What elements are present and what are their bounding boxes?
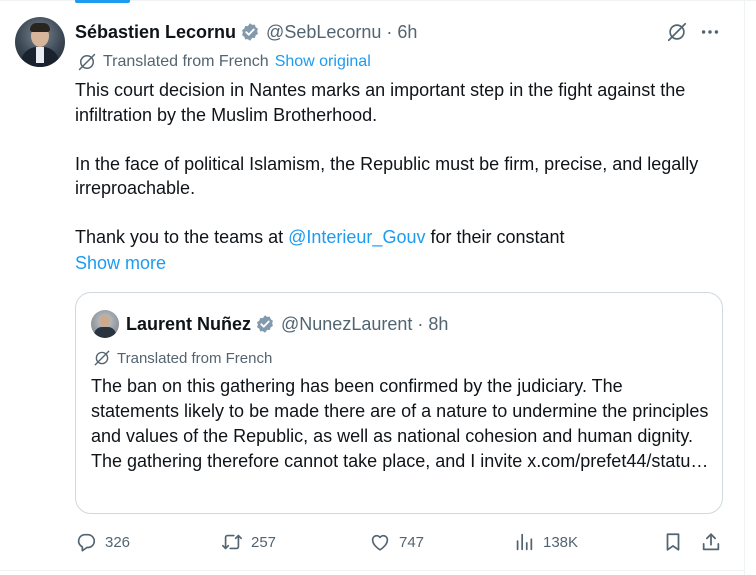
like-count: 747 [399, 533, 425, 551]
quote-time[interactable]: 8h [428, 314, 448, 335]
action-bar: 326 257 747 138K [0, 530, 756, 554]
post-bottom-divider [0, 570, 745, 571]
post-paragraph: This court decision in Nantes marks an i… [75, 80, 686, 125]
translation-note: Translated from French [103, 53, 269, 70]
views-count: 138K [543, 533, 579, 551]
quote-author-avatar[interactable] [91, 310, 119, 338]
bookmark-button[interactable] [662, 530, 684, 554]
globe-icon [78, 53, 96, 71]
like-button[interactable]: 747 [369, 530, 424, 554]
author-avatar[interactable] [15, 17, 65, 67]
show-original-link[interactable]: Show original [275, 53, 371, 71]
quote-translation-note: Translated from French [117, 349, 273, 367]
views-button[interactable]: 138K [513, 530, 578, 554]
post-paragraph: Thank you to the teams at @Interieur_Gou… [75, 225, 725, 250]
top-divider [0, 0, 756, 6]
quote-author-name[interactable]: Laurent Nuñez [126, 314, 251, 335]
quote-header: Laurent Nuñez @NunezLaurent · 8h [126, 312, 448, 336]
active-tab-indicator [75, 0, 130, 3]
views-icon [516, 533, 533, 551]
post-time[interactable]: 6h [397, 22, 417, 43]
quote-text: The ban on this gathering has been confi… [91, 376, 709, 471]
globe-icon [94, 350, 110, 366]
post-paragraph: In the face of political Islamism, the R… [75, 153, 699, 199]
author-handle[interactable]: @SebLecornu [266, 22, 381, 43]
more-icon[interactable] [699, 21, 721, 43]
post-header: Sébastien Lecornu @SebLecornu · 6h [75, 20, 417, 44]
quote-translation-banner: Translated from French [93, 348, 272, 368]
share-button[interactable] [700, 530, 722, 554]
repost-button[interactable]: 257 [221, 530, 276, 554]
repost-icon [222, 534, 242, 550]
post-text: This court decision in Nantes marks an i… [75, 78, 725, 250]
column-border [744, 0, 745, 575]
share-icon [702, 533, 720, 551]
bookmark-icon [666, 533, 680, 551]
show-more-link[interactable]: Show more [75, 253, 166, 274]
repost-count: 257 [251, 533, 277, 551]
quote-author-handle[interactable]: @NunezLaurent [281, 314, 412, 335]
author-name[interactable]: Sébastien Lecornu [75, 22, 236, 43]
verified-badge-icon[interactable] [240, 22, 260, 42]
like-icon [371, 534, 389, 551]
translation-banner: Translated from French Show original [77, 51, 371, 73]
reply-icon [77, 533, 96, 552]
separator-dot: · [417, 313, 424, 334]
reply-button[interactable]: 326 [75, 530, 130, 554]
quoted-post[interactable]: Laurent Nuñez @NunezLaurent · 8h Transla… [75, 292, 723, 514]
translate-off-icon[interactable] [666, 21, 688, 43]
mention-link[interactable]: @Interieur_Gouv [288, 227, 425, 247]
separator-dot: · [386, 21, 393, 42]
reply-count: 326 [105, 533, 131, 551]
verified-badge-icon[interactable] [255, 314, 275, 334]
thanks-suffix: for their constant [425, 227, 565, 247]
thanks-prefix: Thank you to the teams at [75, 227, 289, 247]
